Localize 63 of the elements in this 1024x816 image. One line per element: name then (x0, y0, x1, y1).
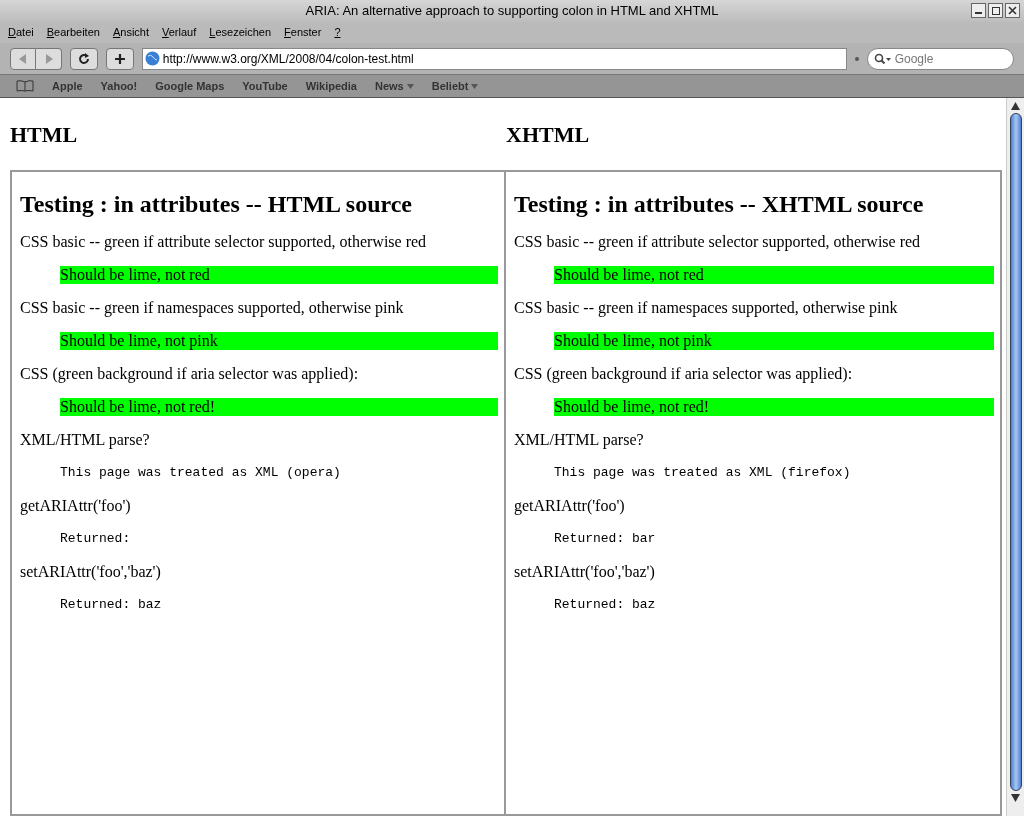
bookmark-item[interactable]: Wikipedia (305, 77, 357, 95)
address-field[interactable]: http://www.w3.org/XML/2008/04/colon-test.html (141, 47, 847, 70)
result-output: Returned: (60, 530, 132, 548)
bookmark-item[interactable]: Yahoo! (100, 77, 138, 95)
test-description: setARIAttr('foo','baz') (20, 562, 162, 582)
menu-item[interactable]: Ansicht (112, 24, 149, 41)
back-button[interactable] (10, 47, 36, 70)
column-heading: HTML (10, 122, 79, 148)
menu-item[interactable]: Bearbeiten (46, 24, 100, 41)
test-description: CSS (green background if aria selector was applied): (20, 364, 360, 384)
result-bar: Should be lime, not red! (554, 398, 994, 416)
result-output: This page was treated as XML (firefox) (554, 464, 852, 482)
bookmark-item[interactable]: YouTube (242, 77, 288, 95)
book-icon[interactable] (16, 80, 34, 92)
up-arrow-icon[interactable] (1011, 102, 1020, 110)
test-description: XML/HTML parse? (514, 430, 645, 450)
menu-item[interactable]: Datei (8, 24, 34, 41)
result-bar: Should be lime, not red (554, 266, 994, 284)
bookmark-item[interactable]: Apple (52, 77, 83, 95)
test-description: CSS basic -- green if namespaces supported, otherwise pink (514, 298, 899, 318)
search-field[interactable]: Google (866, 47, 1014, 70)
test-description: getARIAttr('foo') (514, 496, 626, 516)
test-description: CSS basic -- green if attribute selector supported, otherwise red (20, 232, 428, 252)
menu-item[interactable]: Lesezeichen (209, 24, 272, 41)
bookmark-item[interactable]: News (374, 77, 414, 95)
left-triangle-icon (19, 53, 27, 64)
bookmark-item[interactable]: Google Maps (155, 77, 225, 95)
window-title: ARIA: An alternative approach to supporting colon in HTML and XHTML (305, 2, 719, 21)
menu-item[interactable]: ? (334, 24, 341, 41)
search-icon (873, 52, 892, 65)
result-output: Returned: baz (554, 596, 657, 614)
minimize-icon[interactable] (971, 3, 986, 18)
result-bar: Should be lime, not pink (554, 332, 994, 350)
result-output: Returned: baz (60, 596, 163, 614)
globe-icon (144, 51, 160, 66)
test-description: CSS basic -- green if attribute selector supported, otherwise red (514, 232, 922, 252)
bookmark-item[interactable]: Beliebt (431, 77, 479, 95)
down-arrow-icon[interactable] (1011, 794, 1020, 802)
maximize-icon[interactable] (988, 3, 1003, 18)
frame-heading: Testing : in attributes -- HTML source (20, 190, 413, 218)
plus-icon (113, 52, 126, 65)
add-bookmark-button[interactable] (105, 47, 134, 70)
test-description: CSS (green background if aria selector was applied): (514, 364, 854, 384)
scrollbar[interactable] (1006, 98, 1024, 816)
menu-item[interactable]: Verlauf (162, 24, 197, 41)
result-bar: Should be lime, not pink (60, 332, 498, 350)
result-output: This page was treated as XML (opera) (60, 464, 342, 482)
reload-button[interactable] (70, 47, 98, 70)
scrollbar-thumb[interactable] (1009, 113, 1022, 791)
right-triangle-icon (44, 53, 53, 64)
test-description: getARIAttr('foo') (20, 496, 132, 516)
test-description: XML/HTML parse? (20, 430, 151, 450)
test-description: setARIAttr('foo','baz') (514, 562, 656, 582)
column-heading: XHTML (506, 122, 591, 148)
result-bar: Should be lime, not red (60, 266, 498, 284)
close-icon[interactable] (1005, 3, 1020, 18)
test-description: CSS basic -- green if namespaces supported, otherwise pink (20, 298, 405, 318)
result-bar: Should be lime, not red! (60, 398, 498, 416)
forward-button[interactable] (36, 47, 62, 70)
menu-item[interactable]: Fenster (284, 24, 322, 41)
frame-heading: Testing : in attributes -- XHTML source (514, 190, 925, 218)
result-output: Returned: bar (554, 530, 657, 548)
reload-icon (77, 52, 90, 65)
